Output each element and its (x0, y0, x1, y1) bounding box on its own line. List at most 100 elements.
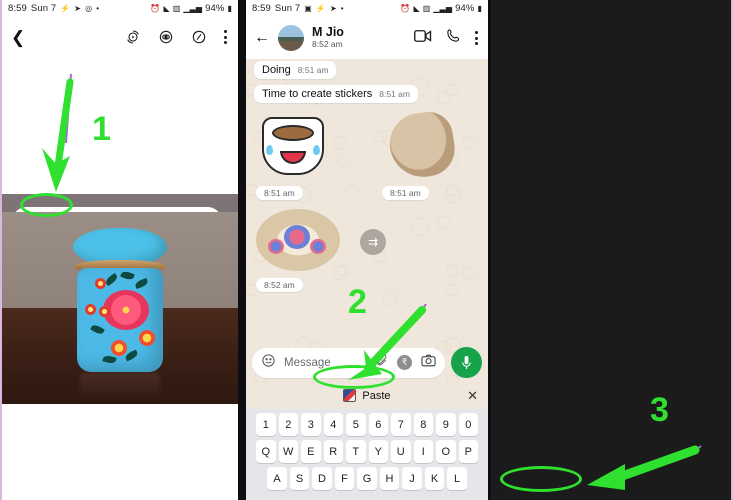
cup-mouth (280, 151, 306, 164)
panel-divider-1 (238, 0, 246, 500)
key[interactable]: 2 (278, 413, 298, 436)
close-icon[interactable]: ✕ (467, 388, 478, 404)
rupee-icon[interactable]: ₹ (397, 355, 412, 370)
battery-percent: 94% (455, 3, 475, 14)
clipboard-icon (343, 389, 357, 402)
key[interactable]: 1 (256, 413, 276, 436)
status-bar-1: 8:59 Sun 7 ⚡ ➤ ◎ • ⏰ ◣ ▥ ▁▃▅ 94% ▮ (2, 0, 238, 17)
key[interactable]: S (289, 467, 310, 490)
lens-rotate-icon[interactable] (125, 29, 141, 45)
key[interactable]: G (357, 467, 377, 490)
attach-icon[interactable] (375, 354, 388, 372)
key[interactable]: F (334, 467, 355, 490)
back-arrow-icon[interactable]: ← (254, 29, 270, 47)
photo-reflection (80, 372, 160, 402)
sticker-message-row: 8:51 am 8:51 am (246, 103, 488, 201)
status-bar-2: 8:59 Sun 7 ▣ ⚡ ➤ • ⏰ ◣ ▥ ▁▃▅ 94% ▮ (246, 0, 488, 17)
eye-icon[interactable] (158, 29, 174, 45)
message-row: Doing 8:51 am (246, 59, 488, 79)
overflow-menu-icon[interactable] (475, 31, 478, 45)
key[interactable]: 9 (436, 413, 456, 436)
battery-percent: 94% (205, 3, 225, 14)
key[interactable]: P (458, 440, 478, 463)
key[interactable]: 5 (346, 413, 366, 436)
photo-viewer-appbar: ❮ (2, 17, 238, 57)
contact-status: 8:52 am (312, 39, 343, 50)
tin-jar (71, 228, 169, 376)
key[interactable]: J (402, 467, 422, 490)
key[interactable]: A (267, 467, 287, 490)
status-date: Sun 7 (30, 3, 57, 14)
on-screen-keyboard[interactable]: 1 2 3 4 5 6 7 8 9 0 Q W E R T Y U I O P … (246, 409, 488, 500)
telegram-icon: ➤ (74, 3, 82, 13)
jar-leaf-3 (134, 277, 149, 290)
photo-icon: ▣ (304, 3, 312, 13)
paste-button[interactable]: Paste (343, 389, 391, 402)
key[interactable]: H (379, 467, 400, 490)
key[interactable]: O (436, 440, 456, 463)
key[interactable]: D (312, 467, 332, 490)
photo-viewer-bottom-space (2, 404, 238, 500)
key[interactable]: W (278, 440, 298, 463)
voice-call-icon[interactable] (446, 28, 461, 48)
key[interactable]: 7 (391, 413, 411, 436)
key[interactable]: Q (256, 440, 276, 463)
jar-flower-red-1 (95, 278, 106, 289)
avatar[interactable] (278, 25, 304, 51)
sticker-time-wrap: 8:52 am (256, 275, 340, 293)
keyboard-row-home: A S D F G H J K L (248, 467, 486, 490)
keyboard-row-top: Q W E R T Y U I O P (248, 440, 486, 463)
overflow-menu-icon[interactable] (224, 30, 227, 44)
cat-sticker (382, 108, 460, 182)
key[interactable]: U (391, 440, 411, 463)
emoji-icon[interactable] (261, 353, 276, 373)
key[interactable]: 0 (458, 413, 478, 436)
key[interactable]: 4 (323, 413, 343, 436)
contact-name: M Jio (312, 24, 344, 39)
message-list-2[interactable]: Doing 8:51 am Time to create stickers 8:… (246, 59, 488, 293)
key[interactable]: 3 (301, 413, 321, 436)
key[interactable]: E (301, 440, 321, 463)
battery-icon: ▮ (477, 3, 482, 13)
bolt-icon: ⚡ (60, 3, 71, 13)
jar-flower-red-3 (99, 306, 110, 317)
sticker-message[interactable]: 8:51 am (382, 108, 460, 201)
key[interactable]: 6 (368, 413, 388, 436)
mic-icon[interactable] (451, 347, 482, 378)
jar-flower-yellow-1 (111, 340, 127, 356)
alarm-icon: ⏰ (150, 3, 161, 13)
battery-icon: ▮ (227, 3, 232, 13)
signal-icon: ▁▃▅ (433, 3, 453, 13)
plate-flower-2 (268, 239, 284, 254)
message-bubble[interactable]: Doing 8:51 am (254, 61, 337, 79)
sticker-message[interactable]: 8:52 am (256, 209, 340, 293)
key[interactable]: K (424, 467, 445, 490)
message-time: 8:51 am (297, 65, 329, 75)
key[interactable]: I (413, 440, 433, 463)
key[interactable]: L (447, 467, 467, 490)
back-arrow-icon[interactable]: ❮ (11, 29, 25, 46)
video-call-icon[interactable] (414, 29, 432, 48)
sticker-message[interactable]: 8:51 am (256, 109, 334, 201)
jar-leaf-5 (124, 349, 139, 362)
key[interactable]: T (346, 440, 366, 463)
message-input[interactable]: Message ₹ (252, 347, 445, 378)
key[interactable]: 8 (413, 413, 433, 436)
input-bar: Message ₹ (246, 347, 488, 382)
camera-icon[interactable] (421, 354, 436, 372)
key[interactable]: Y (368, 440, 388, 463)
message-time: 8:51 am (256, 186, 303, 200)
jar-photo[interactable] (2, 212, 238, 404)
screenshot-canvas: 8:59 Sun 7 ⚡ ➤ ◎ • ⏰ ◣ ▥ ▁▃▅ 94% ▮ ❮ 8:5… (0, 0, 733, 500)
forward-icon[interactable]: ⇉ (360, 229, 386, 255)
jar-leaf-6 (102, 354, 117, 365)
paste-bar: Paste ✕ (246, 382, 488, 409)
key[interactable]: R (323, 440, 343, 463)
cup-tear-right (313, 145, 320, 155)
wifi-off-icon: ◣ (163, 3, 170, 13)
message-bubble[interactable]: Time to create stickers 8:51 am (254, 85, 418, 103)
circle-slash-icon[interactable] (191, 29, 207, 45)
jar-body (77, 268, 163, 372)
message-time: 8:51 am (382, 186, 429, 200)
panel-divider-2 (488, 0, 491, 500)
